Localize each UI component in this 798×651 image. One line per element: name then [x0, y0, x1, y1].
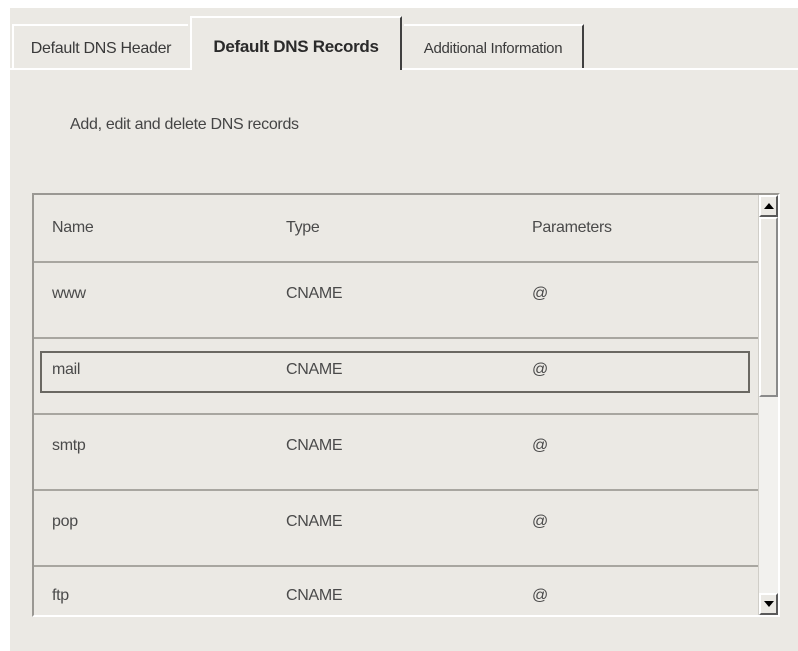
list-column-header: Name Type Parameters — [34, 195, 758, 263]
list-item[interactable]: smtp CNAME @ — [34, 415, 758, 491]
list-item[interactable]: ftp CNAME @ — [34, 565, 758, 615]
tab-default-dns-header[interactable]: Default DNS Header — [12, 24, 188, 70]
tab-additional-information[interactable]: Additional Information — [404, 24, 584, 70]
record-parameters: @ — [532, 587, 548, 604]
record-type: CNAME — [286, 513, 343, 530]
vertical-scrollbar[interactable] — [758, 195, 778, 615]
tab-divider — [10, 68, 190, 70]
column-type-header[interactable]: Type — [286, 219, 320, 237]
record-name: mail — [52, 361, 81, 378]
record-parameters: @ — [532, 437, 548, 454]
column-parameters-header[interactable]: Parameters — [532, 219, 612, 237]
record-type: CNAME — [286, 587, 343, 604]
record-name: ftp — [52, 587, 69, 604]
arrow-up-icon — [763, 203, 774, 209]
arrow-down-icon — [763, 601, 774, 607]
scroll-down-button[interactable] — [759, 593, 778, 615]
section-description: Add, edit and delete DNS records — [70, 116, 299, 133]
dns-records-list[interactable]: Name Type Parameters www CNAME @ mail CN… — [32, 193, 780, 617]
tab-default-dns-records[interactable]: Default DNS Records — [190, 16, 402, 70]
list-item[interactable]: pop CNAME @ — [34, 491, 758, 567]
column-name-header[interactable]: Name — [52, 219, 94, 237]
record-type: CNAME — [286, 361, 343, 378]
record-parameters: @ — [532, 513, 548, 530]
record-parameters: @ — [532, 285, 548, 302]
selection-focus-rect — [40, 351, 750, 393]
record-parameters: @ — [532, 361, 548, 378]
record-type: CNAME — [286, 437, 343, 454]
dns-records-dialog: Default DNS Header Default DNS Records A… — [10, 8, 798, 651]
record-name: www — [52, 285, 86, 302]
list-item-selected[interactable]: mail CNAME @ — [34, 339, 758, 415]
list-item[interactable]: www CNAME @ — [34, 263, 758, 339]
record-type: CNAME — [286, 285, 343, 302]
record-name: smtp — [52, 437, 86, 454]
tab-strip: Default DNS Header Default DNS Records A… — [10, 8, 798, 70]
record-name: pop — [52, 513, 78, 530]
scrollbar-thumb[interactable] — [759, 217, 778, 397]
scroll-up-button[interactable] — [759, 195, 778, 217]
tab-divider — [402, 68, 798, 70]
